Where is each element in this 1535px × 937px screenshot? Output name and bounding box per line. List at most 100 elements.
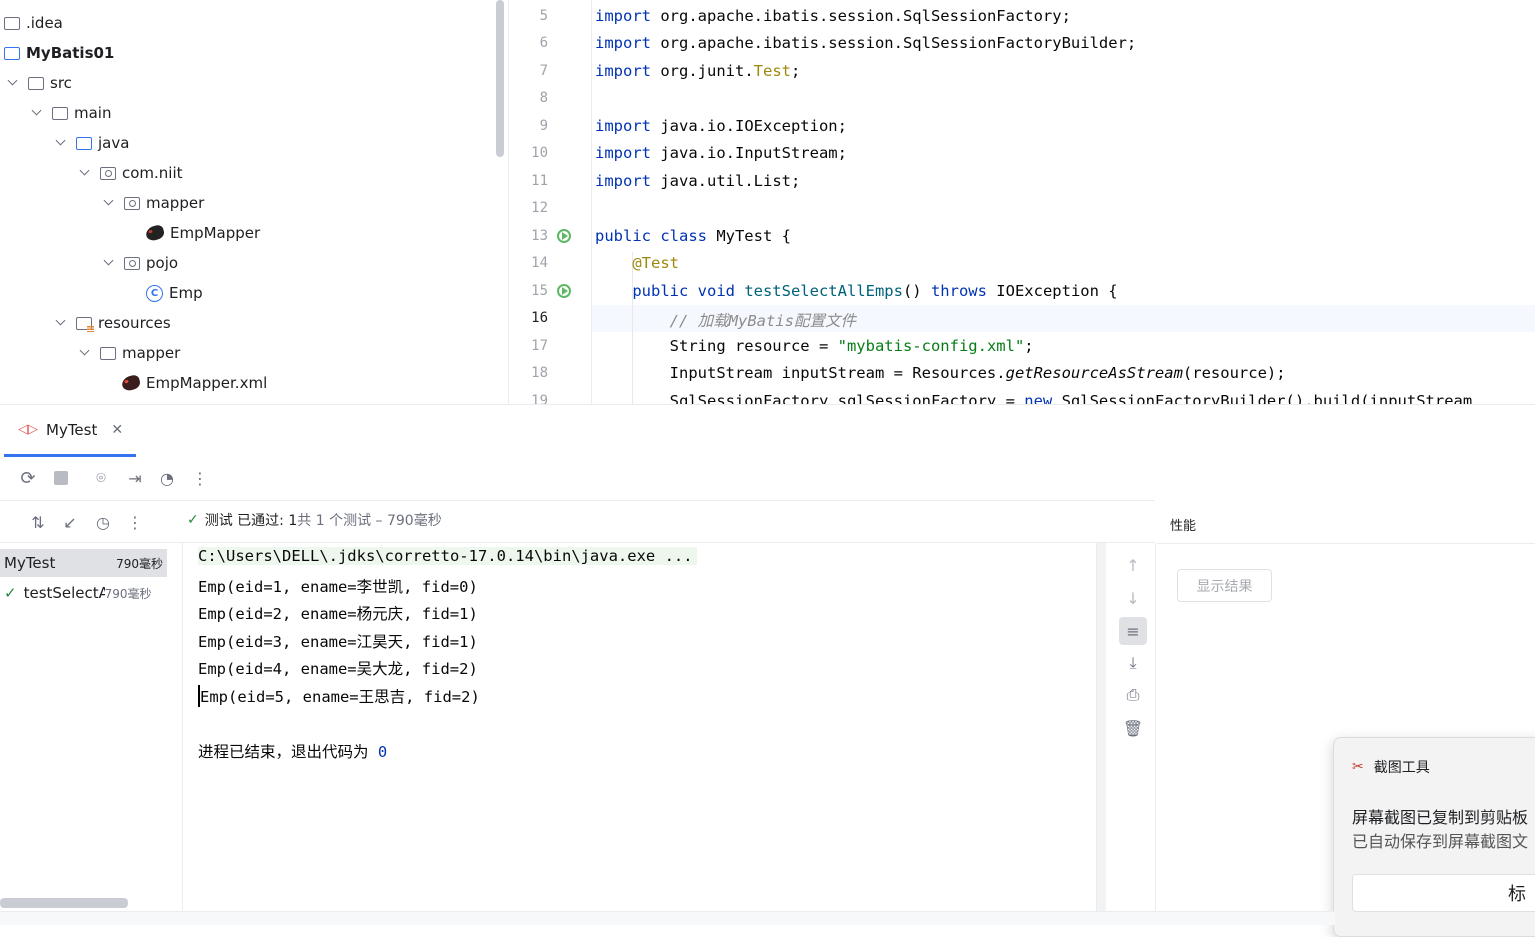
check-icon: ✓	[187, 512, 199, 528]
chevron-down-icon[interactable]	[30, 106, 44, 120]
line-number: 6	[539, 35, 548, 51]
line-number: 14	[531, 255, 548, 271]
tree-item-empmapper-xml[interactable]: EmpMapper.xml	[120, 368, 267, 398]
stop-icon[interactable]	[51, 468, 71, 488]
mybatis-icon	[144, 223, 166, 243]
coverage-icon[interactable]: ◔	[157, 468, 177, 488]
soft-wrap-icon[interactable]: ≡	[1119, 617, 1147, 645]
tree-item-emp[interactable]: C Emp	[146, 278, 203, 308]
tree-item-mapper-res[interactable]: mapper	[78, 338, 180, 368]
code-line: public class MyTest {	[595, 227, 791, 245]
import-icon[interactable]: ⇥	[125, 468, 145, 488]
test-node-class[interactable]: MyTest 790毫秒	[0, 549, 167, 577]
tree-item-main[interactable]: main	[30, 98, 111, 128]
code-line: // 加载MyBatis配置文件	[595, 312, 856, 330]
perf-title: 性能	[1170, 519, 1197, 534]
line-number: 18	[531, 365, 548, 381]
code-line: import java.util.List;	[595, 172, 801, 190]
chevron-down-icon[interactable]	[54, 316, 68, 330]
collapse-icon[interactable]: ↙	[60, 512, 80, 532]
code-line: import java.io.InputStream;	[595, 144, 847, 162]
toast-header: ✂ 截图工具	[1352, 759, 1430, 776]
chevron-down-icon[interactable]	[54, 136, 68, 150]
package-icon	[100, 166, 116, 180]
folder-icon	[52, 106, 68, 120]
test-node-method[interactable]: ✓ testSelectA 790毫秒	[4, 579, 167, 607]
class-icon: C	[146, 284, 163, 302]
folder-icon	[4, 16, 20, 30]
line-number: 17	[531, 338, 548, 354]
console-line: Emp(eid=2, ename=杨元庆, fid=1)	[198, 605, 478, 623]
more-options-icon[interactable]: ⋮	[125, 512, 145, 532]
console-actions: ↑ ↓ ≡ ⤓ ⎙ 🗑	[1096, 543, 1156, 911]
sort-icon[interactable]: ⇅	[28, 512, 48, 532]
tree-item-java[interactable]: java	[54, 128, 129, 158]
toast-action-button[interactable]: 标	[1352, 874, 1535, 912]
status-bar	[0, 911, 1335, 925]
chevron-down-icon[interactable]	[6, 76, 20, 90]
scroll-to-end-icon[interactable]: ⤓	[1123, 653, 1143, 673]
line-number: 13	[531, 228, 548, 244]
arrow-up-icon[interactable]: ↑	[1123, 555, 1143, 575]
tree-scrollbar[interactable]	[496, 0, 504, 157]
more-options-icon[interactable]: ⋮	[190, 468, 210, 488]
code-line: @Test	[595, 254, 679, 272]
tree-item-resources[interactable]: resources	[54, 308, 171, 338]
line-number: 7	[539, 63, 548, 79]
check-icon: ✓	[4, 584, 17, 602]
camera-icon[interactable]: ⌾	[91, 468, 111, 488]
run-test-icon[interactable]	[557, 229, 571, 243]
tree-item-empmapper[interactable]: EmpMapper	[144, 218, 260, 248]
line-number: 9	[539, 118, 548, 134]
tree-item-idea[interactable]: .idea	[4, 8, 63, 38]
line-number: 5	[539, 8, 548, 24]
code-line: String resource = "mybatis-config.xml";	[595, 337, 1034, 355]
toast-title: 屏幕截图已复制到剪贴板	[1352, 808, 1529, 827]
line-number: 10	[531, 145, 548, 161]
test-status: ✓ 测试 已通过: 1 共 1 个测试 – 790毫秒	[187, 512, 442, 529]
tree-item-module[interactable]: MyBatis01	[4, 38, 114, 68]
chevron-down-icon[interactable]	[102, 256, 116, 270]
folder-icon	[100, 346, 116, 360]
code-line: import org.apache.ibatis.session.SqlSess…	[595, 34, 1137, 52]
print-icon[interactable]: ⎙	[1123, 685, 1143, 705]
code-editor[interactable]: 5 6 7 8 9 10 11 12 13 14 15 16 17 18 19 …	[510, 0, 1535, 404]
chevron-down-icon[interactable]	[78, 346, 92, 360]
rerun-failed-icon[interactable]: ⟳	[18, 468, 38, 489]
chevron-down-icon[interactable]	[78, 166, 92, 180]
close-icon[interactable]: ✕	[111, 422, 123, 438]
run-test-icon[interactable]	[557, 284, 571, 298]
tree-item-src[interactable]: src	[6, 68, 72, 98]
tree-item-com-niit[interactable]: com.niit	[78, 158, 183, 188]
mybatis-xml-icon	[120, 373, 142, 393]
arrow-down-icon[interactable]: ↓	[1123, 588, 1143, 608]
console-line: Emp(eid=4, ename=吴大龙, fid=2)	[198, 660, 478, 678]
tree-item-mapper-pkg[interactable]: mapper	[102, 188, 204, 218]
line-number: 19	[531, 393, 548, 404]
code-line: import java.io.IOException;	[595, 117, 847, 135]
code-line: import org.apache.ibatis.session.SqlSess…	[595, 7, 1071, 25]
folder-icon	[28, 76, 44, 90]
console-line: Emp(eid=1, ename=李世凯, fid=0)	[198, 578, 478, 596]
line-number: 15	[531, 283, 548, 299]
console-line: Emp(eid=3, ename=江昊天, fid=1)	[198, 633, 478, 651]
console-line: Emp(eid=5, ename=王思吉, fid=2)	[198, 685, 480, 707]
divider	[1157, 543, 1535, 544]
console-output[interactable]: C:\Users\DELL\.jdks\corretto-17.0.14\bin…	[184, 543, 1106, 911]
code-line: SqlSessionFactory sqlSessionFactory = ne…	[595, 392, 1473, 404]
code-line: import org.junit.Test;	[595, 62, 801, 80]
trash-icon[interactable]: 🗑	[1123, 718, 1143, 738]
snipping-tool-icon: ✂	[1352, 759, 1364, 775]
show-results-button[interactable]: 显示结果	[1177, 569, 1272, 602]
line-number: 12	[531, 200, 548, 216]
run-panel-header: ◁▷ MyTest ✕	[0, 404, 1535, 457]
chevron-down-icon[interactable]	[102, 196, 116, 210]
tree-item-pojo[interactable]: pojo	[102, 248, 178, 278]
package-icon	[124, 196, 140, 210]
test-tab-icon: ◁▷	[18, 422, 38, 437]
history-icon[interactable]: ◷	[93, 512, 113, 532]
horizontal-scrollbar[interactable]	[0, 898, 128, 908]
snipping-tool-notification[interactable]: ✂ 截图工具 屏幕截图已复制到剪贴板 已自动保存到屏幕截图文 标	[1333, 737, 1535, 937]
toast-body: 已自动保存到屏幕截图文	[1352, 832, 1529, 851]
tab-mytest[interactable]: ◁▷ MyTest ✕	[4, 405, 136, 457]
